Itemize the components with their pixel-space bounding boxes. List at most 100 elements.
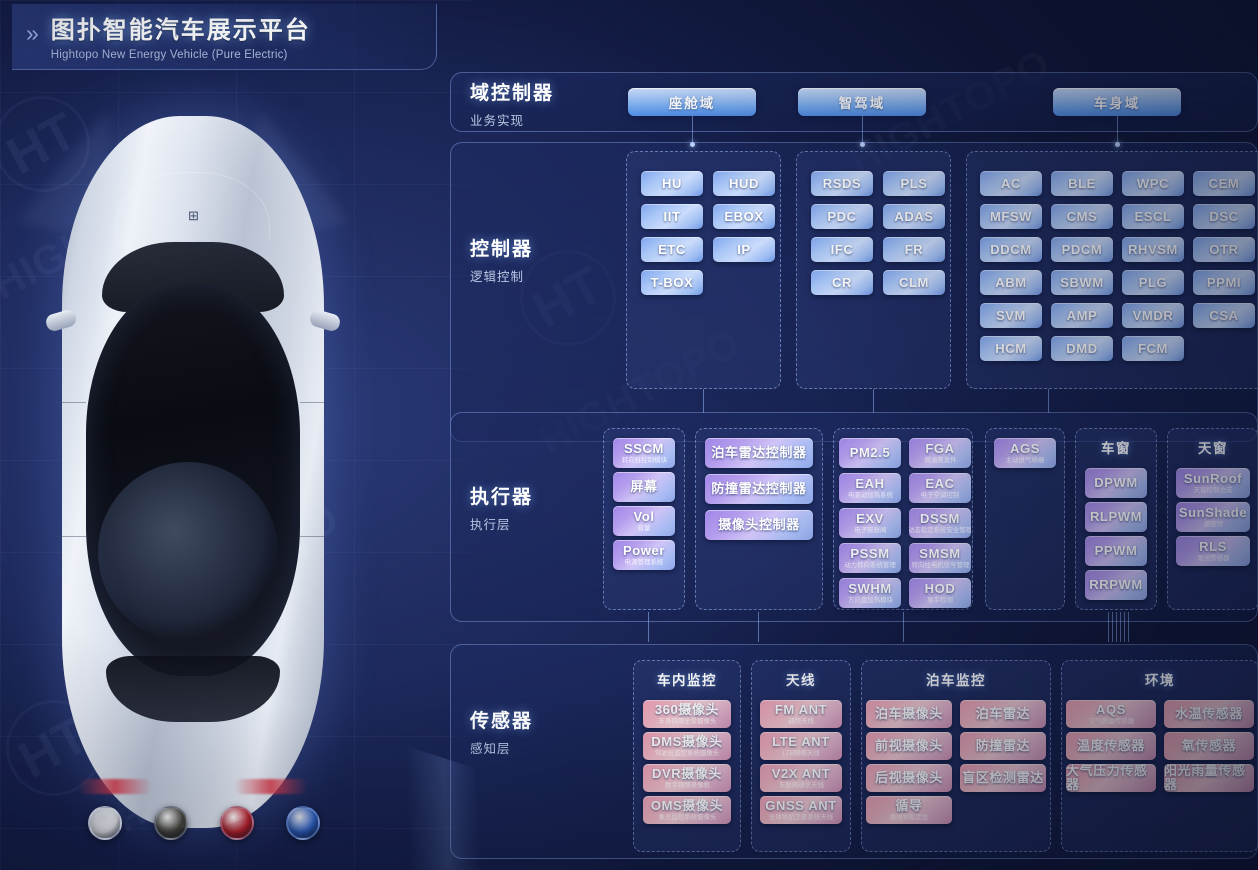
- sensor-chip-防撞雷达[interactable]: 防撞雷达: [960, 732, 1046, 760]
- sensor-chip-AQS[interactable]: AQS 空气质量传感器: [1066, 700, 1156, 728]
- executor-chip-SunShade[interactable]: SunShade 遮阳帘: [1176, 502, 1250, 532]
- sensor-chip-阳光雨量传感器[interactable]: 阳光雨量传感器: [1164, 764, 1254, 792]
- controller-chip-body-AMP[interactable]: AMP: [1051, 303, 1113, 328]
- executor-chip-RLPWM[interactable]: RLPWM: [1085, 502, 1147, 532]
- executor-chip-SWHM[interactable]: SWHM 方向盘加热模块: [839, 578, 901, 608]
- controller-chip-body-HCM[interactable]: HCM: [980, 336, 1042, 361]
- controller-chip-body-FCM[interactable]: FCM: [1122, 336, 1184, 361]
- color-swatch-0[interactable]: [88, 806, 122, 840]
- controller-chip-body-DSC[interactable]: DSC: [1193, 204, 1255, 229]
- chip-label: SBWM: [1060, 274, 1104, 290]
- vehicle-color-picker[interactable]: [88, 806, 320, 840]
- executor-chip-SMSM[interactable]: SMSM 转向柱电机信号管理: [909, 543, 971, 573]
- sensor-chip-LTE ANT[interactable]: LTE ANT LTE网络天线: [760, 732, 842, 760]
- controller-chip-body-CEM[interactable]: CEM: [1193, 171, 1255, 196]
- sensor-chip-前视摄像头[interactable]: 前视摄像头: [866, 732, 952, 760]
- sensor-chip-360摄像头[interactable]: 360摄像头 车身四周全景摄像头: [643, 700, 731, 728]
- controller-chip-driving-CLM[interactable]: CLM: [883, 270, 945, 295]
- controller-chip-cockpit-EBOX[interactable]: EBOX: [713, 204, 775, 229]
- controller-chip-body-CSA[interactable]: CSA: [1193, 303, 1255, 328]
- controller-chip-body-CMS[interactable]: CMS: [1051, 204, 1113, 229]
- executor-chip-AGS[interactable]: AGS 主动进气格栅: [994, 438, 1056, 468]
- sensor-chip-泊车摄像头[interactable]: 泊车摄像头: [866, 700, 952, 728]
- connector-executor-bus-5: [1128, 612, 1129, 642]
- controller-chip-body-SVM[interactable]: SVM: [980, 303, 1042, 328]
- controller-chip-cockpit-HUD[interactable]: HUD: [713, 171, 775, 196]
- sensor-chip-氧传感器[interactable]: 氧传感器: [1164, 732, 1254, 760]
- executor-chip-DPWM[interactable]: DPWM: [1085, 468, 1147, 498]
- controller-chip-body-PDCM[interactable]: PDCM: [1051, 237, 1113, 262]
- chip-label: PPMI: [1206, 274, 1242, 290]
- controller-chip-driving-ADAS[interactable]: ADAS: [883, 204, 945, 229]
- controller-chip-body-PLG[interactable]: PLG: [1122, 270, 1184, 295]
- controller-chip-body-DDCM[interactable]: DDCM: [980, 237, 1042, 262]
- executor-chip-EXV[interactable]: EXV 电子膨胀阀: [839, 508, 901, 538]
- executor-chip-EAH[interactable]: EAH 电驱动加热系统: [839, 473, 901, 503]
- domain-pill-2[interactable]: 车身域: [1053, 88, 1181, 116]
- executor-chip-防撞雷达控制器[interactable]: 防撞雷达控制器: [705, 474, 813, 504]
- sensor-chip-后视摄像头[interactable]: 后视摄像头: [866, 764, 952, 792]
- executor-chip-屏幕[interactable]: 屏幕: [613, 472, 675, 502]
- executor-chip-FGA[interactable]: FGA 燃油蒸发件: [909, 438, 971, 468]
- controller-chip-body-ABM[interactable]: ABM: [980, 270, 1042, 295]
- controller-chip-cockpit-IIT[interactable]: IIT: [641, 204, 703, 229]
- executor-chip-DSSM[interactable]: DSSM 动态稳定系统安全管理: [909, 508, 971, 538]
- controller-chip-body-PPMI[interactable]: PPMI: [1193, 270, 1255, 295]
- executor-chip-PM2.5[interactable]: PM2.5: [839, 438, 901, 468]
- sensor-chip-GNSS ANT[interactable]: GNSS ANT 全球导航卫星系统天线: [760, 796, 842, 824]
- controller-chip-driving-PLS[interactable]: PLS: [883, 171, 945, 196]
- executor-chip-Power[interactable]: Power 电源管理系统: [613, 540, 675, 570]
- sensor-chip-大气压力传感器[interactable]: 大气压力传感器: [1066, 764, 1156, 792]
- sensor-chip-泊车雷达[interactable]: 泊车雷达: [960, 700, 1046, 728]
- executor-chip-SSCM[interactable]: SSCM 转向柱控制模块: [613, 438, 675, 468]
- sensor-chip-OMS摄像头[interactable]: OMS摄像头 乘员监控系统摄像头: [643, 796, 731, 824]
- controller-chip-cockpit-ETC[interactable]: ETC: [641, 237, 703, 262]
- sensor-chip-V2X ANT[interactable]: V2X ANT 车联网通信天线: [760, 764, 842, 792]
- controller-chip-body-VMDR[interactable]: VMDR: [1122, 303, 1184, 328]
- executor-chip-RLS[interactable]: RLS 雨光传感器: [1176, 536, 1250, 566]
- sensor-chip-温度传感器[interactable]: 温度传感器: [1066, 732, 1156, 760]
- controller-chip-body-OTR[interactable]: OTR: [1193, 237, 1255, 262]
- controller-chip-body-DMD[interactable]: DMD: [1051, 336, 1113, 361]
- controller-chip-cockpit-HU[interactable]: HU: [641, 171, 703, 196]
- sensor-chip-盲区检测雷达[interactable]: 盲区检测雷达: [960, 764, 1046, 792]
- controller-chip-body-MFSW[interactable]: MFSW: [980, 204, 1042, 229]
- controller-chip-cockpit-T-BOX[interactable]: T-BOX: [641, 270, 703, 295]
- controller-chip-driving-PDC[interactable]: PDC: [811, 204, 873, 229]
- controller-chip-cockpit-IP[interactable]: IP: [713, 237, 775, 262]
- sensor-chip-FM ANT[interactable]: FM ANT 调频天线: [760, 700, 842, 728]
- domain-pill-1[interactable]: 智驾域: [798, 88, 926, 116]
- chip-label: SunRoof: [1183, 471, 1243, 487]
- controller-chip-driving-RSDS[interactable]: RSDS: [811, 171, 873, 196]
- color-swatch-3[interactable]: [286, 806, 320, 840]
- vehicle-viewport[interactable]: ⊞: [0, 60, 440, 850]
- domain-pill-0[interactable]: 座舱域: [628, 88, 756, 116]
- executor-chip-Vol[interactable]: Vol 音量: [613, 506, 675, 536]
- executor-chip-PSSM[interactable]: PSSM 动力转向系统管理: [839, 543, 901, 573]
- controller-chip-body-ESCL[interactable]: ESCL: [1122, 204, 1184, 229]
- controller-chip-body-RHVSM[interactable]: RHVSM: [1122, 237, 1184, 262]
- chip-label: ADAS: [894, 208, 934, 224]
- color-swatch-2[interactable]: [220, 806, 254, 840]
- executor-chip-SunRoof[interactable]: SunRoof 天窗控制总成: [1176, 468, 1250, 498]
- executor-chip-EAC[interactable]: EAC 电子空调控制: [909, 473, 971, 503]
- executor-chip-摄像头控制器[interactable]: 摄像头控制器: [705, 510, 813, 540]
- sensor-chip-循导[interactable]: 循导 循线导航定位: [866, 796, 952, 824]
- controller-chip-body-SBWM[interactable]: SBWM: [1051, 270, 1113, 295]
- executor-chip-HOD[interactable]: HOD 离手检测: [909, 578, 971, 608]
- sensor-chip-DMS摄像头[interactable]: DMS摄像头 驾驶员监控系统摄像头: [643, 732, 731, 760]
- vehicle-top-view[interactable]: ⊞: [44, 116, 342, 828]
- color-swatch-1[interactable]: [154, 806, 188, 840]
- sensor-chip-水温传感器[interactable]: 水温传感器: [1164, 700, 1254, 728]
- controller-chip-body-WPC[interactable]: WPC: [1122, 171, 1184, 196]
- executor-chip-PPWM[interactable]: PPWM: [1085, 536, 1147, 566]
- controller-chip-driving-CR[interactable]: CR: [811, 270, 873, 295]
- executor-chip-泊车雷达控制器[interactable]: 泊车雷达控制器: [705, 438, 813, 468]
- controller-chip-body-AC[interactable]: AC: [980, 171, 1042, 196]
- controller-chip-driving-IFC[interactable]: IFC: [811, 237, 873, 262]
- controller-chip-driving-FR[interactable]: FR: [883, 237, 945, 262]
- collapse-chevron-icon[interactable]: »: [26, 20, 39, 47]
- controller-chip-body-BLE[interactable]: BLE: [1051, 171, 1113, 196]
- sensor-chip-DVR摄像头[interactable]: DVR摄像头 数字视频录像机: [643, 764, 731, 792]
- executor-chip-RRPWM[interactable]: RRPWM: [1085, 570, 1147, 600]
